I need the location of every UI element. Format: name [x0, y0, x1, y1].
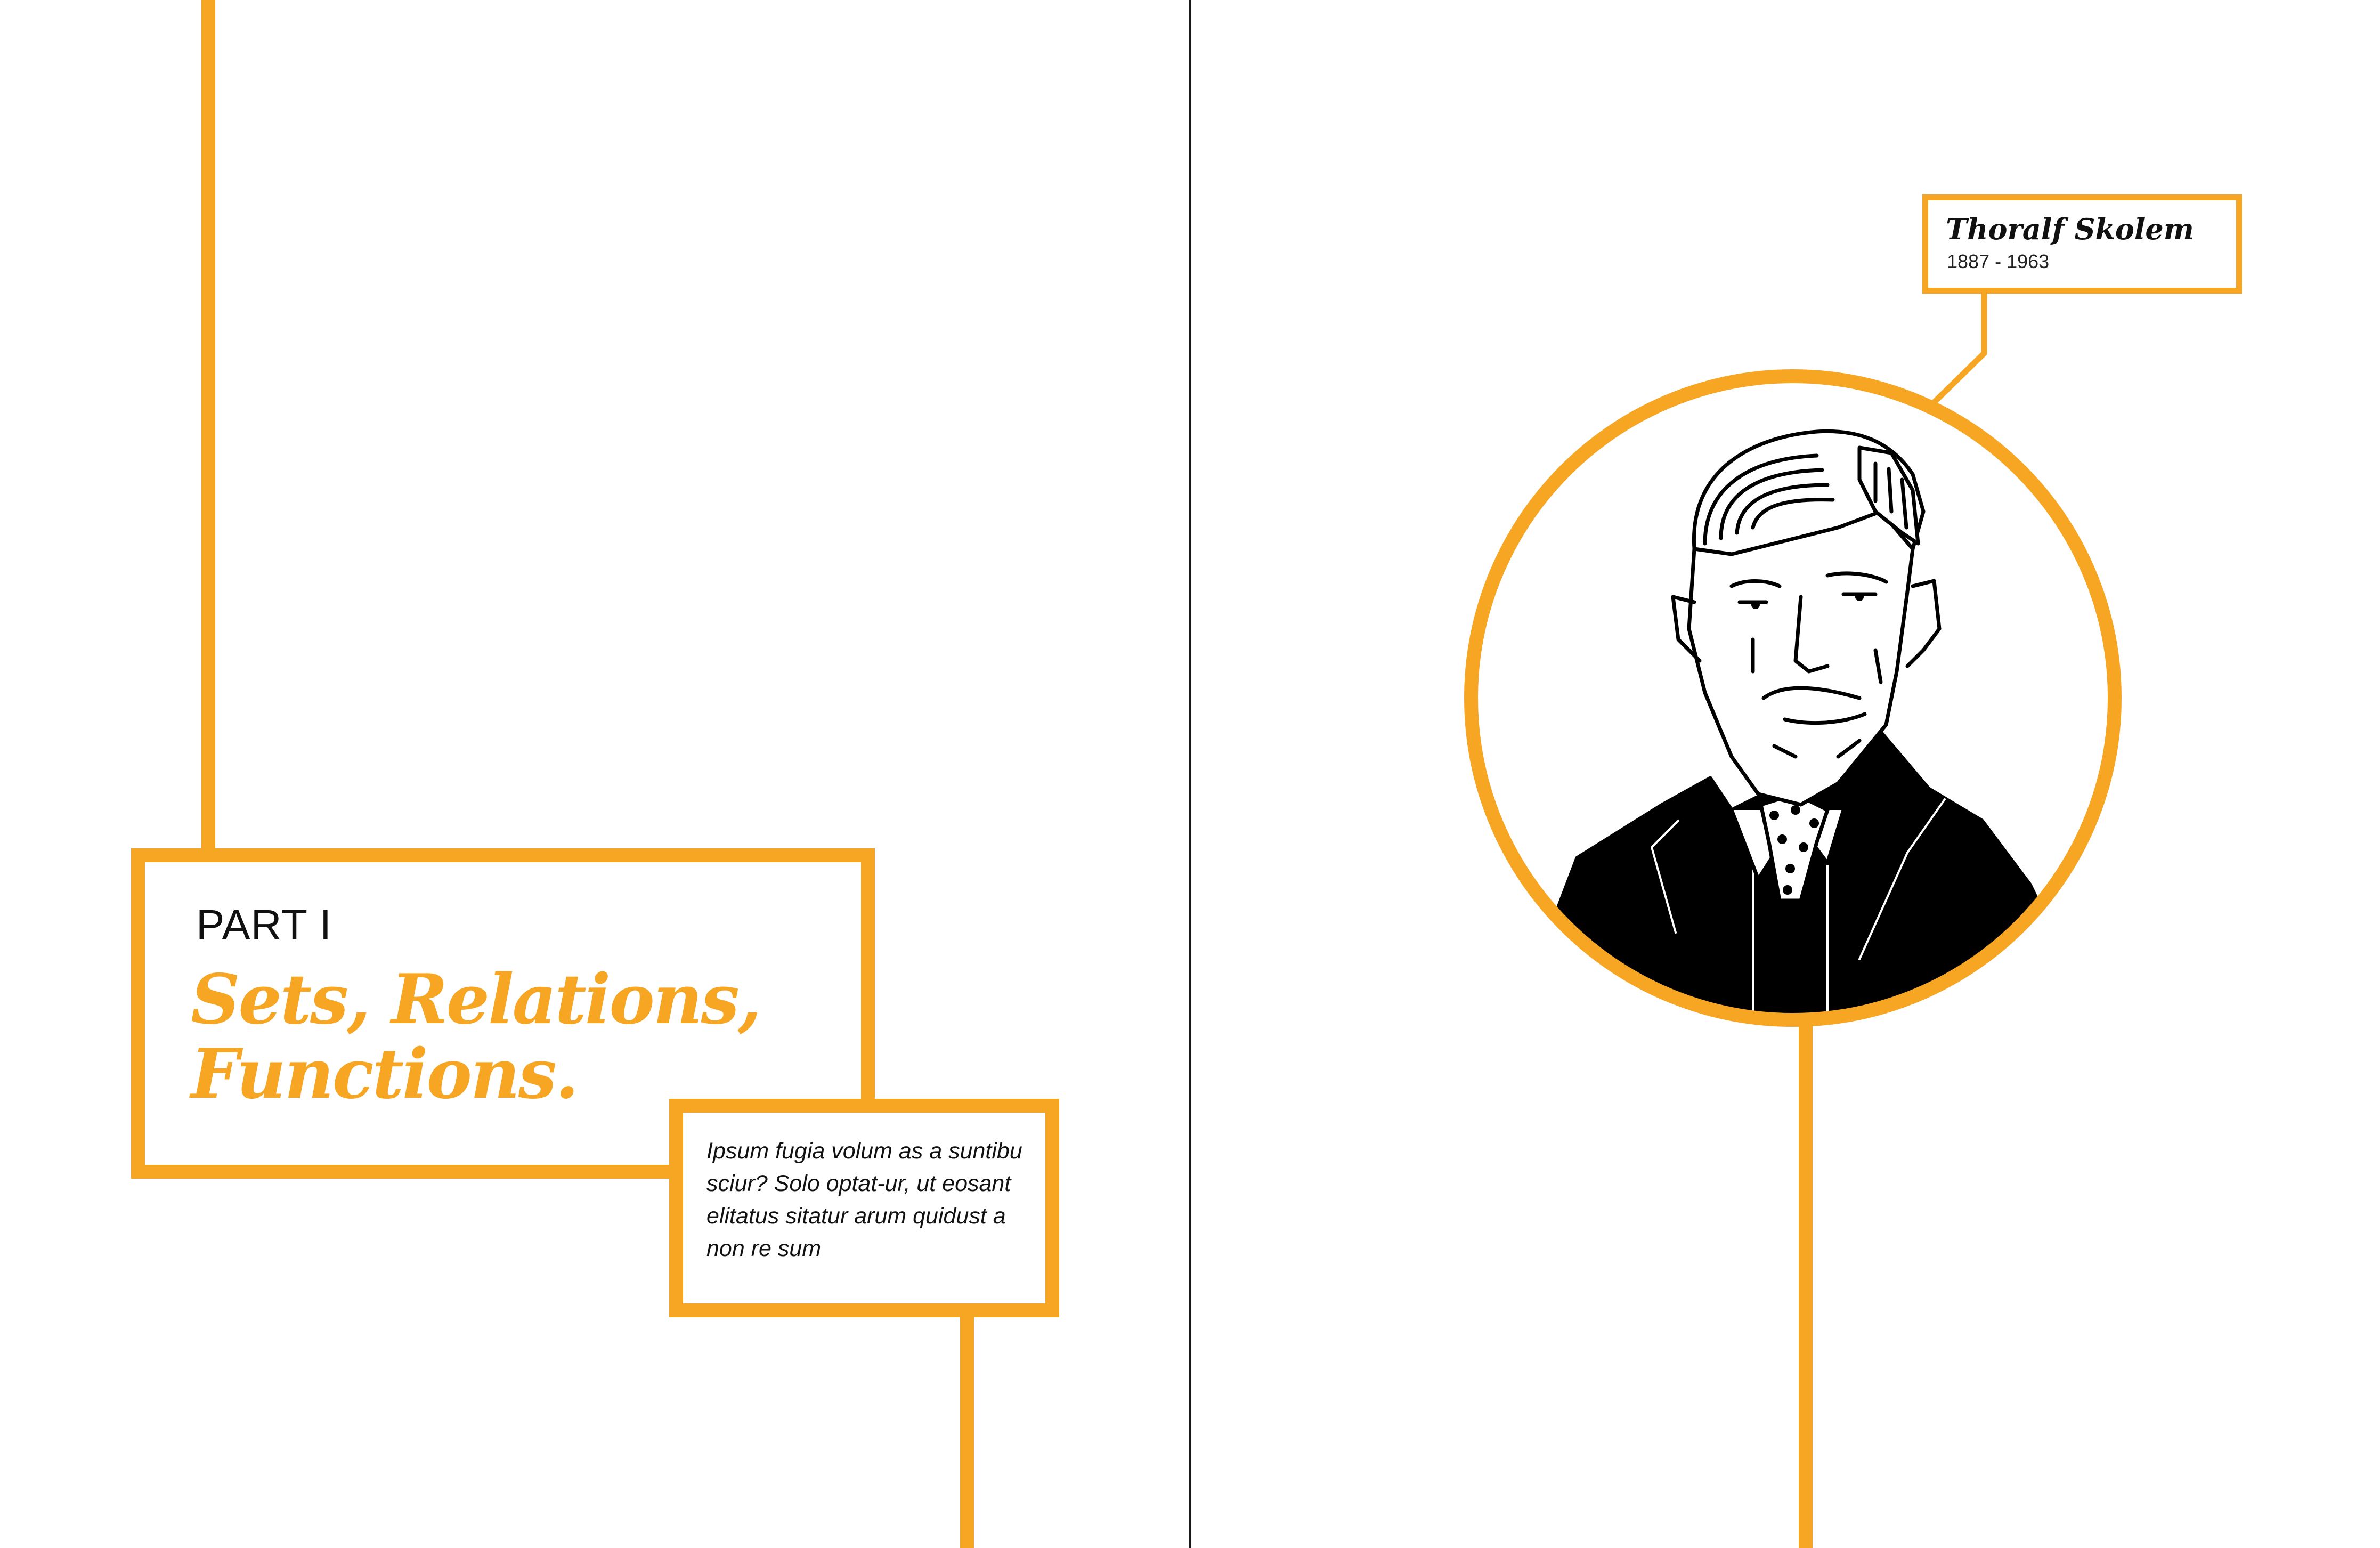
portrait-illustration-icon: [1464, 369, 2122, 1027]
chapter-title-line2: Functions.: [191, 1034, 579, 1114]
person-years: 1887 - 1963: [1947, 250, 2050, 272]
portrait-stem-line: [1799, 1018, 1813, 1548]
intro-text: Ipsum fugia volum as a suntibu sciur? So…: [706, 1138, 1022, 1261]
chapter-title-line1: Sets, Relations,: [191, 960, 761, 1040]
chapter-title: Sets, Relations, Functions.: [191, 962, 857, 1112]
person-name: Thoralf Skolem: [1946, 212, 2194, 246]
part-label: PART I: [196, 901, 332, 949]
page-spine: [1189, 0, 1191, 1548]
connector-line-top: [201, 0, 215, 863]
connector-line-bottom: [960, 1300, 974, 1548]
